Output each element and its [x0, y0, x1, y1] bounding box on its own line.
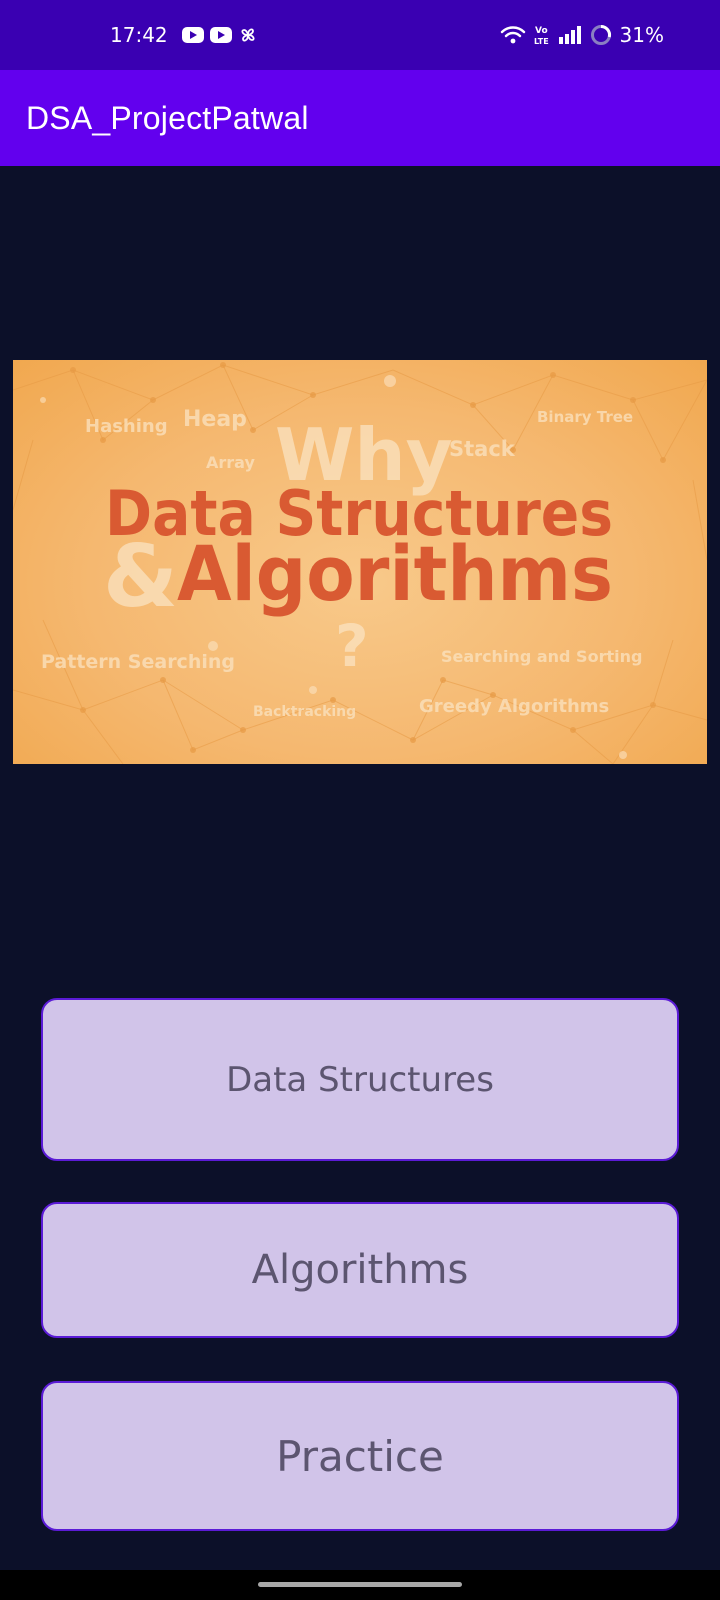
svg-text:Vo: Vo	[535, 26, 548, 36]
status-bar: 17:42 Vo LTE 31%	[0, 0, 720, 70]
banner-word-stack: Stack	[449, 437, 516, 461]
practice-button[interactable]: Practice	[41, 1381, 679, 1531]
app-title: DSA_ProjectPatwal	[26, 99, 309, 136]
pinwheel-icon	[241, 28, 255, 42]
banner-word-array: Array	[206, 453, 255, 472]
practice-label: Practice	[276, 1431, 444, 1481]
dsa-banner-image: Hashing Heap Array Stack Binary Tree Pat…	[13, 360, 707, 764]
banner-word-binary-tree: Binary Tree	[537, 408, 633, 426]
data-structures-button[interactable]: Data Structures	[41, 998, 679, 1161]
banner-network-pattern: Hashing Heap Array Stack Binary Tree Pat…	[13, 362, 707, 764]
banner-question: ?	[335, 612, 369, 680]
battery-percent: 31%	[619, 23, 664, 47]
data-structures-label: Data Structures	[226, 1059, 494, 1100]
home-gesture-handle[interactable]	[258, 1582, 462, 1587]
banner-word-pattern-searching: Pattern Searching	[41, 651, 235, 673]
banner-word-heap: Heap	[183, 407, 247, 432]
system-icons: Vo LTE 31%	[500, 23, 664, 47]
banner-word-searching-sorting: Searching and Sorting	[441, 647, 642, 666]
volte-icon: Vo LTE	[534, 26, 549, 46]
svg-text:LTE: LTE	[534, 37, 549, 46]
battery-ring-icon	[590, 24, 611, 45]
algorithms-label: Algorithms	[251, 1247, 469, 1293]
navigation-bar	[0, 1570, 720, 1600]
banner-word-hashing: Hashing	[85, 416, 168, 437]
notification-icons	[181, 25, 258, 45]
banner-title-algorithms: Algorithms	[177, 529, 613, 618]
youtube-icon	[209, 27, 232, 43]
app-bar: DSA_ProjectPatwal	[0, 70, 720, 166]
algorithms-button[interactable]: Algorithms	[41, 1202, 679, 1338]
wifi-icon	[500, 26, 525, 44]
banner-word-greedy: Greedy Algorithms	[419, 696, 609, 717]
signal-icon	[558, 26, 581, 44]
youtube-icon	[181, 27, 204, 43]
status-time: 17:42	[110, 23, 168, 47]
banner-word-backtracking: Backtracking	[253, 704, 356, 720]
